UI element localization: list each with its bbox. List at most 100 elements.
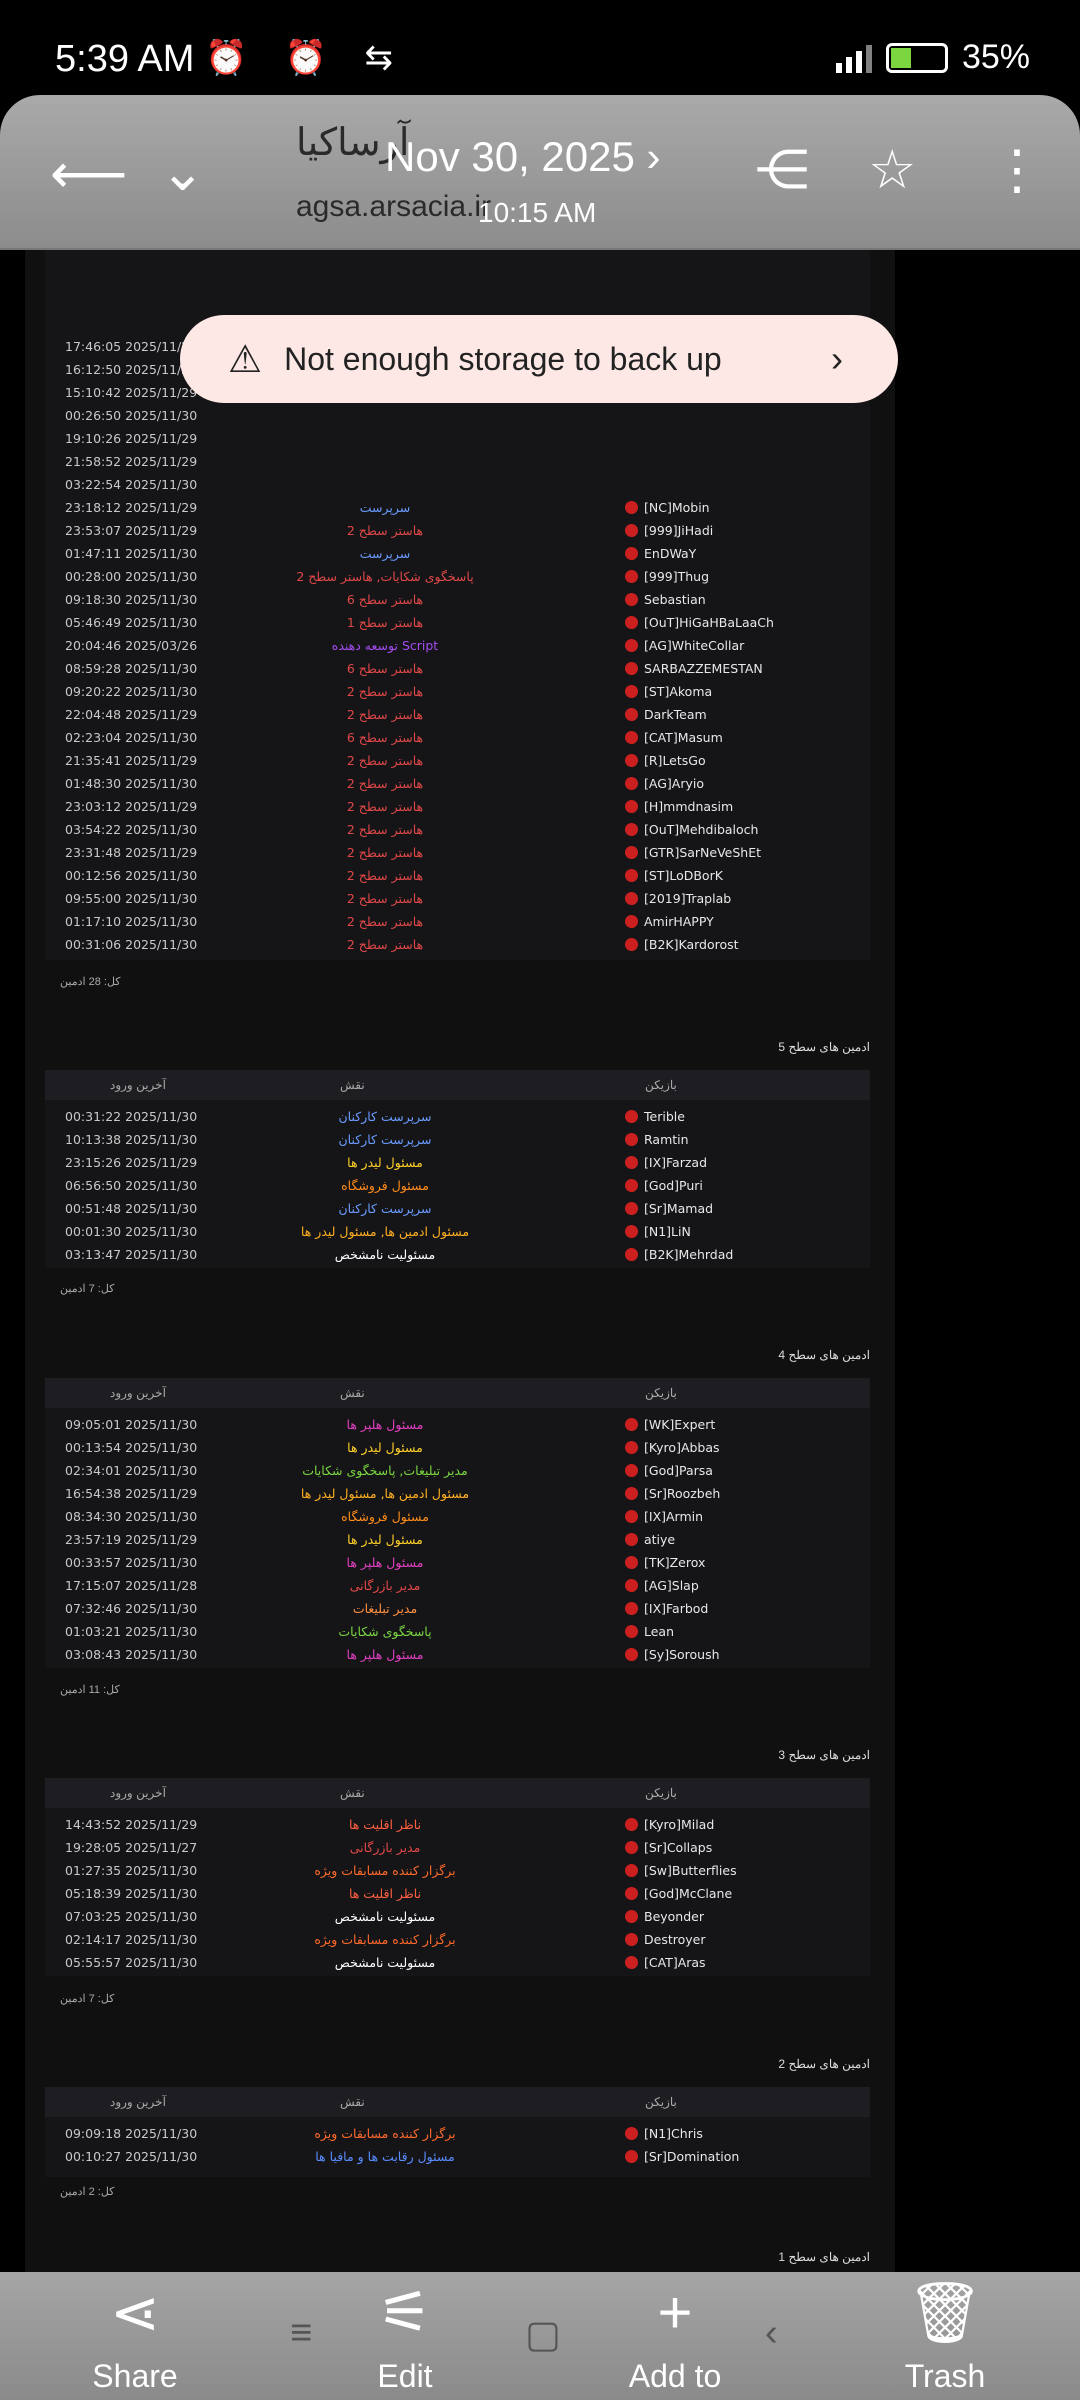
status-dot-icon (625, 1133, 638, 1146)
player-name: [999]Thug (625, 565, 709, 588)
status-dot-icon (625, 800, 638, 813)
admin-row: 01:47:11 2025/11/30 سرپرست EnDWaY (45, 542, 865, 565)
header-last-login: آخرین ورود (110, 2095, 166, 2109)
last-login: 05:46:49 2025/11/30 (65, 615, 198, 630)
admin-role: پاسخگوی شکایات, هاستر سطح 2 (296, 569, 474, 584)
admin-role: هاستر سطح 1 (346, 615, 424, 630)
player-name: [Sr]Collaps (625, 1836, 712, 1859)
admin-row: 03:22:54 2025/11/30 (45, 473, 865, 496)
player-name: [IX]Armin (625, 1505, 703, 1528)
recents-nav-icon[interactable]: ≡ (290, 2312, 312, 2355)
last-login: 20:04:46 2025/03/26 (65, 638, 198, 653)
admin-row: 06:56:50 2025/11/30 مسئول فروشگاه [God]Pur… (45, 1174, 865, 1197)
player-name: EnDWaY (625, 542, 696, 565)
last-login: 00:10:27 2025/11/30 (65, 2149, 198, 2164)
status-dot-icon (625, 1156, 638, 1169)
level-1-title: ادمین های سطح 1 (778, 2250, 870, 2264)
photo-viewer: 17:46:05 2025/11/28 Script توسعه دهنده [AG… (0, 95, 1080, 2400)
table-header: آخرین ورود نقش بازیکن (45, 2087, 870, 2117)
last-login: 02:23:04 2025/11/30 (65, 730, 198, 745)
player-name: [OuT]HiGaHBaLaaCh (625, 611, 774, 634)
admin-row: 17:15:07 2025/11/28 مدیر بازرگانی [AG]Slap (45, 1574, 865, 1597)
admin-role: مسئول ادمین ها, مسئول لیدر ها (300, 1224, 470, 1239)
admin-row: 05:46:49 2025/11/30 هاستر سطح 1 [OuT]HiGaH… (45, 611, 865, 634)
admin-row: 00:12:56 2025/11/30 هاستر سطح 2 [ST]LoDBor… (45, 864, 865, 887)
status-dot-icon (625, 1956, 638, 1969)
header-role: نقش (340, 1786, 365, 1800)
edit-sliders-icon: ⚟ (378, 2279, 432, 2346)
header-role: نقش (340, 1386, 365, 1400)
table-header: آخرین ورود نقش بازیکن (45, 1070, 870, 1100)
admin-row: 23:18:12 2025/11/29 سرپرست [NC]Mobin (45, 496, 865, 519)
admin-row: 09:05:01 2025/11/30 مسئول هلپر ها [WK]Expe… (45, 1413, 865, 1436)
player-name: [ST]Akoma (625, 680, 712, 703)
signal-icon (835, 43, 872, 73)
last-login: 09:05:01 2025/11/30 (65, 1417, 198, 1432)
trash-button[interactable]: 🗑 Trash (865, 2272, 1025, 2395)
back-icon[interactable]: ⟵ (50, 147, 127, 201)
admin-role: هاستر سطح 2 (346, 684, 424, 699)
admin-role: مسئولیت نامشخص (334, 1247, 436, 1262)
last-login: 00:31:06 2025/11/30 (65, 937, 198, 952)
admin-role: مسئول رقابت ها و مافیا ها (315, 2149, 455, 2164)
admin-role: هاستر سطح 2 (346, 868, 424, 883)
admin-role: مسئولیت نامشخص (334, 1909, 436, 1924)
photo-time: 10:15 AM (478, 197, 597, 228)
status-dot-icon (625, 1110, 638, 1123)
admin-role: مسئول هلپر ها (346, 1417, 424, 1432)
last-login: 00:12:56 2025/11/30 (65, 868, 198, 883)
player-name: [AG]Aryio (625, 772, 704, 795)
player-name: [God]Puri (625, 1174, 703, 1197)
last-login: 06:56:50 2025/11/30 (65, 1178, 198, 1193)
status-dot-icon (625, 1179, 638, 1192)
admin-row: 00:01:30 2025/11/30 مسئول ادمین ها, مسئول… (45, 1220, 865, 1243)
last-login: 01:27:35 2025/11/30 (65, 1863, 198, 1878)
status-dot-icon (625, 547, 638, 560)
player-name: [NC]Mobin (625, 496, 710, 519)
last-login: 00:51:48 2025/11/30 (65, 1201, 198, 1216)
last-login: 21:35:41 2025/11/29 (65, 753, 198, 768)
player-name: Terible (625, 1105, 685, 1128)
storage-warning-banner[interactable]: ⚠ Not enough storage to back up › (180, 315, 898, 403)
admin-row: 00:13:54 2025/11/30 مسئول لیدر ها [Kyro]Ab… (45, 1436, 865, 1459)
last-login: 15:10:42 2025/11/29 (65, 385, 198, 400)
add-to-button[interactable]: + Add to (595, 2272, 755, 2395)
last-login: 17:15:07 2025/11/28 (65, 1578, 198, 1593)
status-time: 5:39 AM (55, 38, 195, 80)
header-last-login: آخرین ورود (110, 1386, 166, 1400)
admin-role: هاستر سطح 2 (346, 776, 424, 791)
admin-role: مدیر تبلیغات (352, 1601, 418, 1616)
admin-role: مسئول لیدر ها (347, 1440, 423, 1455)
status-dot-icon (625, 1841, 638, 1854)
last-login: 01:17:10 2025/11/30 (65, 914, 198, 929)
admin-row: 03:54:22 2025/11/30 هاستر سطح 2 [OuT]Mehdi… (45, 818, 865, 841)
back-nav-icon[interactable]: ‹ (765, 2312, 778, 2355)
share-button[interactable]: ⋖ Share (55, 2272, 215, 2395)
photo-date[interactable]: Nov 30, 2025 › (385, 133, 661, 181)
last-login: 07:03:25 2025/11/30 (65, 1909, 198, 1924)
chevron-down-icon[interactable]: ⌄ (160, 145, 205, 199)
status-dot-icon (625, 1533, 638, 1546)
last-login: 03:13:47 2025/11/30 (65, 1247, 198, 1262)
player-name: [AG]Slap (625, 1574, 699, 1597)
header-player: بازیکن (645, 1386, 677, 1400)
more-options-icon[interactable]: ⋮ (990, 143, 1044, 197)
status-dot-icon (625, 754, 638, 767)
last-login: 14:43:52 2025/11/29 (65, 1817, 198, 1832)
admin-row: 19:28:05 2025/11/27 مدیر بازرگانی [Sr]Coll… (45, 1836, 865, 1859)
admin-role: هاستر سطح 6 (346, 730, 424, 745)
home-nav-icon[interactable]: ▢ (525, 2312, 561, 2357)
bookmark-star-icon[interactable]: ☆ (868, 143, 916, 197)
table-header: آخرین ورود نقش بازیکن (45, 1378, 870, 1408)
edit-button[interactable]: ⚟ Edit (325, 2272, 485, 2395)
share-icon: ⋖ (109, 2279, 161, 2346)
admin-row: 21:35:41 2025/11/29 هاستر سطح 2 [R]LetsGo (45, 749, 865, 772)
status-dot-icon (625, 1864, 638, 1877)
share-icon[interactable]: ⋲ (755, 143, 809, 197)
last-login: 10:13:38 2025/11/30 (65, 1132, 198, 1147)
admin-row: 00:33:57 2025/11/30 مسئول هلپر ها [TK]Zero… (45, 1551, 865, 1574)
battery-icon (885, 42, 948, 73)
admin-row: 23:15:26 2025/11/29 مسئول لیدر ها [IX]Farz… (45, 1151, 865, 1174)
last-login: 23:18:12 2025/11/29 (65, 500, 198, 515)
admin-row: 09:09:18 2025/11/30 برگزار کننده مسابقات … (45, 2122, 865, 2145)
